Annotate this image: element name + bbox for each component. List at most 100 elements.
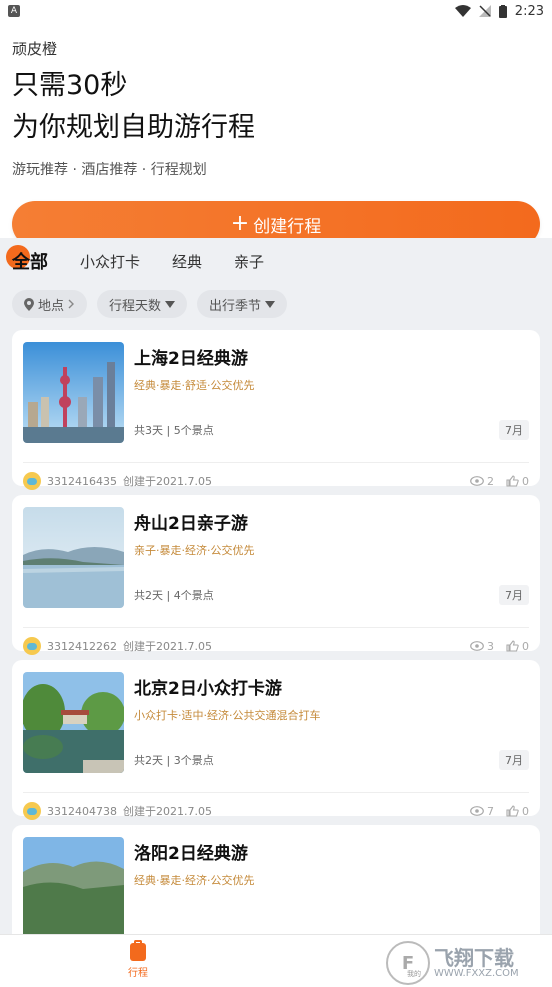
view-count: 3 xyxy=(470,640,494,653)
eye-icon xyxy=(470,806,484,816)
status-bar: A 2:23 xyxy=(0,0,552,22)
user-id: 3312412262 xyxy=(47,639,117,653)
tab-label: 经典 xyxy=(172,252,203,271)
plus-icon: + xyxy=(230,211,250,236)
like-count-value: 0 xyxy=(522,804,529,818)
days-filter[interactable]: 行程天数 xyxy=(97,290,188,318)
chevron-right-icon xyxy=(68,299,75,309)
view-count-value: 7 xyxy=(487,804,494,818)
watermark-url: WWW.FXXZ.COM xyxy=(434,967,519,979)
thumbs-up-icon xyxy=(506,640,519,652)
card-footer: 3312404738 创建于2021.7.05 7 0 xyxy=(23,793,529,829)
trip-meta: 共2天 | 4个景点 xyxy=(134,589,214,602)
view-count: 2 xyxy=(470,475,494,488)
trip-cards: 上海2日经典游 经典·暴走·舒适·公交优先 共3天 | 5个景点 7月 3312… xyxy=(0,318,552,935)
headline-line-2: 为你规划自助游行程 xyxy=(12,112,255,143)
created-date: 创建于2021.7.05 xyxy=(123,475,212,488)
trip-title: 上海2日经典游 xyxy=(134,349,248,369)
headline-line-1: 只需30秒 xyxy=(12,70,128,101)
trip-title: 洛阳2日经典游 xyxy=(134,844,248,864)
card-stats: 2 0 xyxy=(470,475,529,488)
tab-label: 全部 xyxy=(12,252,48,273)
location-pin-icon xyxy=(24,297,34,311)
nav-trips-label: 行程 xyxy=(128,968,148,979)
trip-meta: 共2天 | 3个景点 xyxy=(134,754,214,767)
card-stats: 7 0 xyxy=(470,805,529,818)
watermark-text: 飞翔下载 xyxy=(434,945,514,970)
suitcase-icon xyxy=(130,940,146,961)
trip-title: 北京2日小众打卡游 xyxy=(134,679,282,699)
trip-thumbnail-luoyang xyxy=(23,837,124,935)
location-filter-label: 地点 xyxy=(38,298,65,314)
trip-tags: 亲子·暴走·经济·公交优先 xyxy=(134,544,255,557)
trip-thumbnail-shanghai xyxy=(23,342,124,443)
user-id: 3312416435 xyxy=(47,474,117,488)
trip-meta: 共3天 | 5个景点 xyxy=(134,424,214,437)
like-count-value: 0 xyxy=(522,639,529,653)
season-filter[interactable]: 出行季节 xyxy=(197,290,288,318)
notification-icon: A xyxy=(8,5,20,17)
headline: 只需30秒 为你规划自助游行程 xyxy=(12,65,540,149)
trip-card[interactable]: 北京2日小众打卡游 小众打卡·适中·经济·公共交通混合打车 共2天 | 3个景点… xyxy=(12,660,540,820)
trip-title: 舟山2日亲子游 xyxy=(134,514,248,534)
card-footer: 3312412262 创建于2021.7.05 3 0 xyxy=(23,628,529,664)
tab-niche[interactable]: 小众打卡 xyxy=(80,251,140,272)
card-footer: 3312416435 创建于2021.7.05 2 0 xyxy=(23,463,529,499)
trip-tags: 小众打卡·适中·经济·公共交通混合打车 xyxy=(134,709,321,722)
view-count-value: 2 xyxy=(487,474,494,488)
tab-classic[interactable]: 经典 xyxy=(172,251,202,272)
bottom-navigation: 行程 我的 F 飞翔下载 WWW.FXXZ.COM xyxy=(0,934,552,987)
trip-list-panel: 全部 小众打卡 经典 亲子 地点 行程天数 出行季节 上海2日经典游 经典·暴走… xyxy=(0,238,552,935)
avatar xyxy=(23,472,41,490)
tab-all[interactable]: 全部 xyxy=(6,245,48,274)
trip-card[interactable]: 上海2日经典游 经典·暴走·舒适·公交优先 共3天 | 5个景点 7月 3312… xyxy=(12,330,540,490)
battery-icon xyxy=(498,4,507,18)
create-trip-label: 创建行程 xyxy=(253,216,322,237)
tab-label: 小众打卡 xyxy=(80,252,141,271)
like-button[interactable]: 0 xyxy=(506,640,529,653)
caret-down-icon xyxy=(265,300,276,308)
season-filter-label: 出行季节 xyxy=(209,298,262,314)
eye-icon xyxy=(470,476,484,486)
trip-tags: 经典·暴走·经济·公交优先 xyxy=(134,874,255,887)
nav-trips[interactable]: 行程 xyxy=(0,935,276,987)
trip-thumbnail-beijing xyxy=(23,672,124,773)
avatar xyxy=(23,637,41,655)
trip-month-badge: 7月 xyxy=(499,750,529,770)
trip-card[interactable]: 洛阳2日经典游 经典·暴走·经济·公交优先 xyxy=(12,825,540,935)
watermark-text-block: 飞翔下载 WWW.FXXZ.COM xyxy=(434,948,519,979)
like-button[interactable]: 0 xyxy=(506,805,529,818)
user-id: 3312404738 xyxy=(47,804,117,818)
thumbs-up-icon xyxy=(506,805,519,817)
location-filter[interactable]: 地点 xyxy=(12,290,88,318)
trip-thumbnail-zhoushan xyxy=(23,507,124,608)
trip-month-badge: 7月 xyxy=(499,585,529,605)
trip-tags: 经典·暴走·舒适·公交优先 xyxy=(134,379,255,392)
hero-subtitle: 游玩推荐 · 酒店推荐 · 行程规划 xyxy=(12,162,207,178)
no-signal-icon xyxy=(478,5,491,17)
view-count: 7 xyxy=(470,805,494,818)
thumbs-up-icon xyxy=(506,475,519,487)
tab-label: 亲子 xyxy=(234,252,265,271)
trip-card[interactable]: 舟山2日亲子游 亲子·暴走·经济·公交优先 共2天 | 4个景点 7月 3312… xyxy=(12,495,540,655)
caret-down-icon xyxy=(165,300,176,308)
like-button[interactable]: 0 xyxy=(506,475,529,488)
filter-bar: 地点 行程天数 出行季节 xyxy=(0,284,552,318)
watermark: F 飞翔下载 WWW.FXXZ.COM xyxy=(386,941,546,985)
clock: 2:23 xyxy=(514,3,544,19)
created-date: 创建于2021.7.05 xyxy=(123,805,212,818)
wifi-icon xyxy=(454,5,471,17)
status-right: 2:23 xyxy=(454,3,544,19)
days-filter-label: 行程天数 xyxy=(109,298,162,314)
hero-section: 顽皮橙 只需30秒 为你规划自助游行程 游玩推荐 · 酒店推荐 · 行程规划 xyxy=(0,22,552,179)
created-date: 创建于2021.7.05 xyxy=(123,640,212,653)
watermark-logo-icon: F xyxy=(386,941,430,985)
view-count-value: 3 xyxy=(487,639,494,653)
card-stats: 3 0 xyxy=(470,640,529,653)
trip-month-badge: 7月 xyxy=(499,420,529,440)
avatar xyxy=(23,802,41,820)
like-count-value: 0 xyxy=(522,474,529,488)
eye-icon xyxy=(470,641,484,651)
category-tabs: 全部 小众打卡 经典 亲子 xyxy=(0,238,552,284)
tab-family[interactable]: 亲子 xyxy=(234,251,264,272)
